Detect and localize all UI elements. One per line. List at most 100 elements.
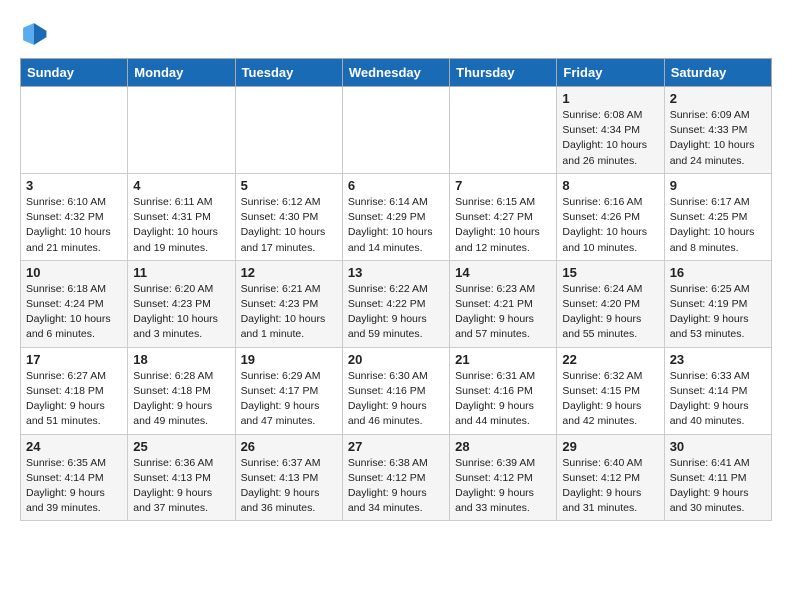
day-number: 11 xyxy=(133,265,229,280)
day-info: Sunrise: 6:39 AM Sunset: 4:12 PM Dayligh… xyxy=(455,456,551,517)
calendar-cell xyxy=(450,87,557,174)
calendar-cell: 23 Sunrise: 6:33 AM Sunset: 4:14 PM Dayli… xyxy=(664,347,771,434)
calendar-header-row: SundayMondayTuesdayWednesdayThursdayFrid… xyxy=(21,59,772,87)
day-number: 19 xyxy=(241,352,337,367)
calendar-cell: 15Sunrise: 6:24 AM Sunset: 4:20 PM Dayli… xyxy=(557,260,664,347)
calendar-cell: 27 Sunrise: 6:38 AM Sunset: 4:12 PM Dayli… xyxy=(342,434,449,521)
day-number: 6 xyxy=(348,178,444,193)
calendar-cell xyxy=(128,87,235,174)
day-number: 28 xyxy=(455,439,551,454)
calendar-cell: 4 Sunrise: 6:11 AM Sunset: 4:31 PM Daylig… xyxy=(128,173,235,260)
calendar-cell: 12 Sunrise: 6:21 AM Sunset: 4:23 PM Dayli… xyxy=(235,260,342,347)
col-header-monday: Monday xyxy=(128,59,235,87)
day-number: 18 xyxy=(133,352,229,367)
day-info: Sunrise: 6:20 AM Sunset: 4:23 PM Dayligh… xyxy=(133,282,229,343)
calendar-cell: 28 Sunrise: 6:39 AM Sunset: 4:12 PM Dayli… xyxy=(450,434,557,521)
calendar-cell: 7 Sunrise: 6:15 AM Sunset: 4:27 PM Daylig… xyxy=(450,173,557,260)
col-header-friday: Friday xyxy=(557,59,664,87)
day-number: 15 xyxy=(562,265,658,280)
day-number: 21 xyxy=(455,352,551,367)
day-info: Sunrise: 6:37 AM Sunset: 4:13 PM Dayligh… xyxy=(241,456,337,517)
calendar-cell: 29Sunrise: 6:40 AM Sunset: 4:12 PM Dayli… xyxy=(557,434,664,521)
day-info: Sunrise: 6:10 AM Sunset: 4:32 PM Dayligh… xyxy=(26,195,122,256)
day-info: Sunrise: 6:09 AM Sunset: 4:33 PM Dayligh… xyxy=(670,108,766,169)
calendar-table: SundayMondayTuesdayWednesdayThursdayFrid… xyxy=(20,58,772,521)
day-number: 9 xyxy=(670,178,766,193)
calendar-cell: 6 Sunrise: 6:14 AM Sunset: 4:29 PM Daylig… xyxy=(342,173,449,260)
calendar-cell: 3Sunrise: 6:10 AM Sunset: 4:32 PM Daylig… xyxy=(21,173,128,260)
day-number: 4 xyxy=(133,178,229,193)
col-header-thursday: Thursday xyxy=(450,59,557,87)
day-info: Sunrise: 6:14 AM Sunset: 4:29 PM Dayligh… xyxy=(348,195,444,256)
logo xyxy=(20,20,52,48)
calendar-cell: 16 Sunrise: 6:25 AM Sunset: 4:19 PM Dayli… xyxy=(664,260,771,347)
calendar-cell: 11 Sunrise: 6:20 AM Sunset: 4:23 PM Dayli… xyxy=(128,260,235,347)
day-info: Sunrise: 6:25 AM Sunset: 4:19 PM Dayligh… xyxy=(670,282,766,343)
calendar-week-row: 3Sunrise: 6:10 AM Sunset: 4:32 PM Daylig… xyxy=(21,173,772,260)
calendar-cell: 30Sunrise: 6:41 AM Sunset: 4:11 PM Dayli… xyxy=(664,434,771,521)
day-number: 30 xyxy=(670,439,766,454)
page-header xyxy=(20,20,772,48)
day-number: 25 xyxy=(133,439,229,454)
day-number: 16 xyxy=(670,265,766,280)
day-info: Sunrise: 6:38 AM Sunset: 4:12 PM Dayligh… xyxy=(348,456,444,517)
calendar-cell: 20 Sunrise: 6:30 AM Sunset: 4:16 PM Dayli… xyxy=(342,347,449,434)
day-info: Sunrise: 6:35 AM Sunset: 4:14 PM Dayligh… xyxy=(26,456,122,517)
calendar-cell: 2Sunrise: 6:09 AM Sunset: 4:33 PM Daylig… xyxy=(664,87,771,174)
day-number: 17 xyxy=(26,352,122,367)
col-header-tuesday: Tuesday xyxy=(235,59,342,87)
day-number: 10 xyxy=(26,265,122,280)
day-info: Sunrise: 6:17 AM Sunset: 4:25 PM Dayligh… xyxy=(670,195,766,256)
day-info: Sunrise: 6:08 AM Sunset: 4:34 PM Dayligh… xyxy=(562,108,658,169)
calendar-cell: 18 Sunrise: 6:28 AM Sunset: 4:18 PM Dayli… xyxy=(128,347,235,434)
day-number: 27 xyxy=(348,439,444,454)
day-number: 14 xyxy=(455,265,551,280)
calendar-week-row: 24 Sunrise: 6:35 AM Sunset: 4:14 PM Dayli… xyxy=(21,434,772,521)
calendar-cell: 17 Sunrise: 6:27 AM Sunset: 4:18 PM Dayli… xyxy=(21,347,128,434)
day-number: 8 xyxy=(562,178,658,193)
calendar-week-row: 1 Sunrise: 6:08 AM Sunset: 4:34 PM Daylig… xyxy=(21,87,772,174)
day-info: Sunrise: 6:40 AM Sunset: 4:12 PM Dayligh… xyxy=(562,456,658,517)
col-header-sunday: Sunday xyxy=(21,59,128,87)
day-info: Sunrise: 6:21 AM Sunset: 4:23 PM Dayligh… xyxy=(241,282,337,343)
calendar-cell xyxy=(342,87,449,174)
day-info: Sunrise: 6:16 AM Sunset: 4:26 PM Dayligh… xyxy=(562,195,658,256)
calendar-week-row: 17 Sunrise: 6:27 AM Sunset: 4:18 PM Dayli… xyxy=(21,347,772,434)
day-number: 7 xyxy=(455,178,551,193)
calendar-cell: 22 Sunrise: 6:32 AM Sunset: 4:15 PM Dayli… xyxy=(557,347,664,434)
calendar-cell: 10 Sunrise: 6:18 AM Sunset: 4:24 PM Dayli… xyxy=(21,260,128,347)
calendar-cell: 13Sunrise: 6:22 AM Sunset: 4:22 PM Dayli… xyxy=(342,260,449,347)
calendar-cell: 9 Sunrise: 6:17 AM Sunset: 4:25 PM Daylig… xyxy=(664,173,771,260)
day-number: 26 xyxy=(241,439,337,454)
day-number: 23 xyxy=(670,352,766,367)
day-info: Sunrise: 6:30 AM Sunset: 4:16 PM Dayligh… xyxy=(348,369,444,430)
day-info: Sunrise: 6:22 AM Sunset: 4:22 PM Dayligh… xyxy=(348,282,444,343)
day-info: Sunrise: 6:15 AM Sunset: 4:27 PM Dayligh… xyxy=(455,195,551,256)
day-number: 24 xyxy=(26,439,122,454)
day-info: Sunrise: 6:12 AM Sunset: 4:30 PM Dayligh… xyxy=(241,195,337,256)
calendar-cell: 5 Sunrise: 6:12 AM Sunset: 4:30 PM Daylig… xyxy=(235,173,342,260)
day-info: Sunrise: 6:31 AM Sunset: 4:16 PM Dayligh… xyxy=(455,369,551,430)
col-header-wednesday: Wednesday xyxy=(342,59,449,87)
day-number: 22 xyxy=(562,352,658,367)
day-info: Sunrise: 6:27 AM Sunset: 4:18 PM Dayligh… xyxy=(26,369,122,430)
day-info: Sunrise: 6:33 AM Sunset: 4:14 PM Dayligh… xyxy=(670,369,766,430)
col-header-saturday: Saturday xyxy=(664,59,771,87)
calendar-week-row: 10 Sunrise: 6:18 AM Sunset: 4:24 PM Dayli… xyxy=(21,260,772,347)
day-info: Sunrise: 6:23 AM Sunset: 4:21 PM Dayligh… xyxy=(455,282,551,343)
calendar-cell: 19Sunrise: 6:29 AM Sunset: 4:17 PM Dayli… xyxy=(235,347,342,434)
day-number: 20 xyxy=(348,352,444,367)
calendar-cell: 24 Sunrise: 6:35 AM Sunset: 4:14 PM Dayli… xyxy=(21,434,128,521)
day-info: Sunrise: 6:28 AM Sunset: 4:18 PM Dayligh… xyxy=(133,369,229,430)
calendar-cell: 26 Sunrise: 6:37 AM Sunset: 4:13 PM Dayli… xyxy=(235,434,342,521)
day-number: 1 xyxy=(562,91,658,106)
day-number: 5 xyxy=(241,178,337,193)
calendar-cell: 1 Sunrise: 6:08 AM Sunset: 4:34 PM Daylig… xyxy=(557,87,664,174)
day-info: Sunrise: 6:36 AM Sunset: 4:13 PM Dayligh… xyxy=(133,456,229,517)
calendar-cell: 21 Sunrise: 6:31 AM Sunset: 4:16 PM Dayli… xyxy=(450,347,557,434)
day-info: Sunrise: 6:32 AM Sunset: 4:15 PM Dayligh… xyxy=(562,369,658,430)
calendar-cell: 25 Sunrise: 6:36 AM Sunset: 4:13 PM Dayli… xyxy=(128,434,235,521)
day-number: 12 xyxy=(241,265,337,280)
day-info: Sunrise: 6:18 AM Sunset: 4:24 PM Dayligh… xyxy=(26,282,122,343)
day-info: Sunrise: 6:11 AM Sunset: 4:31 PM Dayligh… xyxy=(133,195,229,256)
